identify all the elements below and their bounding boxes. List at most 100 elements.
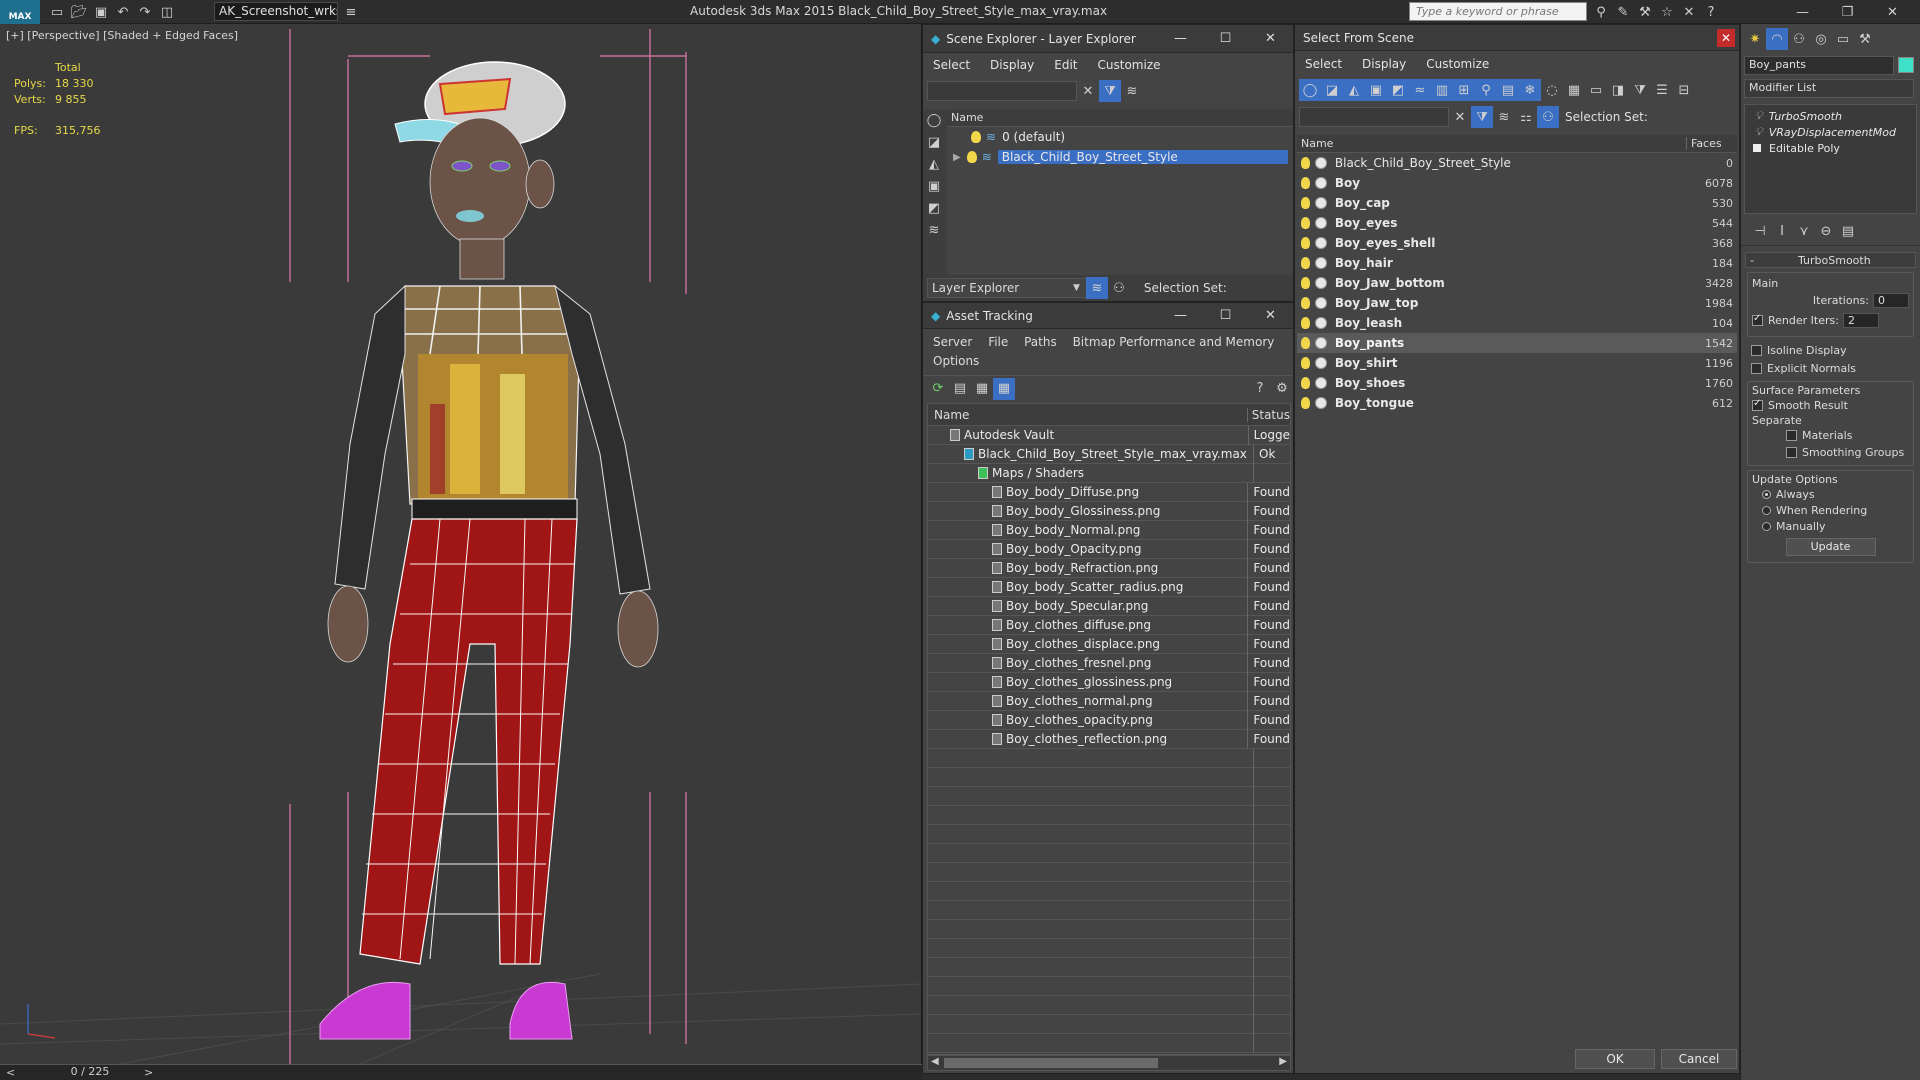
layer-filter-icon[interactable]: ≋ xyxy=(1121,80,1143,102)
asset-row[interactable]: Boy_body_Glossiness.png Found xyxy=(928,501,1290,521)
display-lights-icon[interactable]: ◭ xyxy=(1343,79,1365,101)
visibility-bulb-icon[interactable] xyxy=(1301,177,1311,189)
visibility-bulb-icon[interactable] xyxy=(1301,377,1311,389)
asset-col-name[interactable]: Name xyxy=(928,407,1248,422)
ok-button[interactable]: OK xyxy=(1575,1049,1655,1069)
asset-row[interactable]: Boy_clothes_diffuse.png Found xyxy=(928,615,1290,635)
close-icon[interactable]: ✕ xyxy=(1248,308,1293,323)
menu-bitmap-performance[interactable]: Bitmap Performance and Memory xyxy=(1067,335,1281,349)
smooth-result-checkbox[interactable] xyxy=(1752,398,1763,411)
object-name-input[interactable]: Boy_pants xyxy=(1744,55,1894,75)
subscription-icon[interactable]: ⚒ xyxy=(1634,1,1656,23)
visibility-bulb-icon[interactable] xyxy=(1301,297,1311,309)
time-slider[interactable]: < 0 / 225 > xyxy=(0,1064,922,1080)
close-icon[interactable]: ✕ xyxy=(1870,1,1915,23)
object-row[interactable]: Boy 6078 xyxy=(1297,173,1737,193)
clear-search-icon[interactable]: ✕ xyxy=(1077,80,1099,102)
make-unique-icon[interactable]: ⋎ xyxy=(1793,221,1815,243)
stack-item-editable-poly[interactable]: Editable Poly xyxy=(1747,140,1914,156)
object-row[interactable]: Boy_tongue 612 xyxy=(1297,393,1737,413)
asset-row[interactable]: Boy_clothes_opacity.png Found xyxy=(928,710,1290,730)
object-col-faces[interactable]: Faces xyxy=(1687,137,1722,150)
iterations-spinner[interactable]: 0 xyxy=(1873,292,1909,308)
visibility-bulb-icon[interactable] xyxy=(1301,397,1311,409)
asset-row[interactable]: Black_Child_Boy_Street_Style_max_vray.ma… xyxy=(928,444,1290,464)
new-file-icon[interactable]: ▭ xyxy=(46,1,68,23)
display-helpers-icon[interactable]: ◩ xyxy=(923,197,945,219)
display-helpers-icon[interactable]: ◩ xyxy=(1387,79,1409,101)
stack-item-turbosmooth[interactable]: 💡︎ TurboSmooth xyxy=(1747,108,1914,124)
asset-row[interactable]: Maps / Shaders xyxy=(928,463,1290,483)
maximize-icon[interactable]: ☐ xyxy=(1203,31,1248,46)
hierarchy-icon[interactable]: ⚇ xyxy=(1537,106,1559,128)
close-icon[interactable]: ✕ xyxy=(1248,31,1293,46)
thumbnail-view-icon[interactable]: ▦ xyxy=(971,378,993,400)
object-col-name[interactable]: Name xyxy=(1297,137,1687,150)
display-groups-icon[interactable]: ▥ xyxy=(1431,79,1453,101)
turbosmooth-rollout-header[interactable]: - TurboSmooth xyxy=(1745,252,1916,268)
object-row[interactable]: Boy_shoes 1760 xyxy=(1297,373,1737,393)
display-cameras-icon[interactable]: ▣ xyxy=(1365,79,1387,101)
asset-horizontal-scrollbar[interactable]: ◀ ▶ xyxy=(927,1055,1291,1071)
layer-row-default[interactable]: ≋ 0 (default) xyxy=(947,127,1293,147)
asset-row[interactable]: Boy_clothes_glossiness.png Found xyxy=(928,672,1290,692)
scroll-left-icon[interactable]: ◀ xyxy=(931,1056,939,1067)
visibility-bulb-icon[interactable] xyxy=(1301,317,1311,329)
asset-row[interactable]: Boy_clothes_displace.png Found xyxy=(928,634,1290,654)
smoothing-groups-checkbox[interactable] xyxy=(1786,447,1797,458)
object-row[interactable]: Boy_leash 104 xyxy=(1297,313,1737,333)
menu-file[interactable]: File xyxy=(982,335,1014,349)
help-icon[interactable]: ? xyxy=(1249,378,1271,400)
always-radio[interactable] xyxy=(1762,489,1771,499)
object-row[interactable]: Black_Child_Boy_Street_Style 0 xyxy=(1297,153,1737,173)
asset-row[interactable]: Boy_clothes_reflection.png Found xyxy=(928,729,1290,749)
restore-icon[interactable]: ❐ xyxy=(1825,1,1870,23)
scroll-right-icon[interactable]: ▶ xyxy=(1279,1056,1287,1067)
asset-row[interactable]: Autodesk Vault Logge xyxy=(928,425,1290,445)
cancel-button[interactable]: Cancel xyxy=(1661,1049,1737,1069)
list-view-icon[interactable]: ▤ xyxy=(949,378,971,400)
object-row[interactable]: Boy_eyes_shell 368 xyxy=(1297,233,1737,253)
visibility-bulb-icon[interactable] xyxy=(1301,337,1311,349)
minimize-icon[interactable]: — xyxy=(1158,31,1203,46)
collapse-icon[interactable]: - xyxy=(1750,254,1764,267)
undo-icon[interactable]: ↶ xyxy=(112,1,134,23)
scrollbar-thumb[interactable] xyxy=(944,1058,1158,1068)
select-search-input[interactable] xyxy=(1299,107,1449,127)
visibility-bulb-icon[interactable] xyxy=(1301,257,1311,269)
workspace-dropdown[interactable]: AK_Screenshot_wrksp xyxy=(214,2,338,21)
menu-edit[interactable]: Edit xyxy=(1044,58,1087,72)
display-spacewarps-icon[interactable]: ≈ xyxy=(1409,79,1431,101)
prev-frame-icon[interactable]: < xyxy=(6,1066,15,1079)
stack-item-vraydisplacement[interactable]: 💡︎ VRayDisplacementMod xyxy=(1747,124,1914,140)
hierarchy-tab-icon[interactable]: ⚇ xyxy=(1788,28,1810,50)
star-icon[interactable]: ☆ xyxy=(1656,1,1678,23)
create-tab-icon[interactable]: ✷ xyxy=(1744,28,1766,50)
display-hidden-icon[interactable]: ◌ xyxy=(1541,79,1563,101)
redo-icon[interactable]: ↷ xyxy=(134,1,156,23)
menu-select[interactable]: Select xyxy=(1295,57,1352,71)
display-lights-icon[interactable]: ◭ xyxy=(923,153,945,175)
object-row[interactable]: Boy_eyes 544 xyxy=(1297,213,1737,233)
isoline-checkbox[interactable] xyxy=(1751,344,1762,356)
asset-row[interactable]: Boy_clothes_fresnel.png Found xyxy=(928,653,1290,673)
utilities-tab-icon[interactable]: ⚒ xyxy=(1854,28,1876,50)
maximize-icon[interactable]: ☐ xyxy=(1203,308,1248,323)
clear-search-icon[interactable]: ✕ xyxy=(1449,106,1471,128)
display-shapes-icon[interactable]: ◪ xyxy=(1321,79,1343,101)
hierarchy-icon[interactable]: ⚇ xyxy=(1108,277,1130,299)
object-row[interactable]: Boy_Jaw_top 1984 xyxy=(1297,293,1737,313)
table-view-icon[interactable]: ▦ xyxy=(993,377,1015,400)
refresh-icon[interactable]: ⟳ xyxy=(927,378,949,400)
layer-visibility-icon[interactable] xyxy=(966,151,977,163)
explicit-normals-checkbox[interactable] xyxy=(1751,362,1762,374)
perspective-viewport[interactable]: [+] [Perspective] [Shaded + Edged Faces]… xyxy=(0,24,922,1064)
menu-select[interactable]: Select xyxy=(923,58,980,72)
visibility-bulb-icon[interactable] xyxy=(1301,357,1311,369)
display-frozen-icon[interactable]: ❄ xyxy=(1519,79,1541,101)
chevron-down-icon[interactable]: ▼ xyxy=(1073,283,1080,293)
display-invert-icon[interactable]: ◨ xyxy=(1607,79,1629,101)
close-icon[interactable]: ✕ xyxy=(1717,28,1735,47)
asset-row[interactable]: Boy_body_Scatter_radius.png Found xyxy=(928,577,1290,597)
layer-visibility-icon[interactable] xyxy=(971,131,981,143)
